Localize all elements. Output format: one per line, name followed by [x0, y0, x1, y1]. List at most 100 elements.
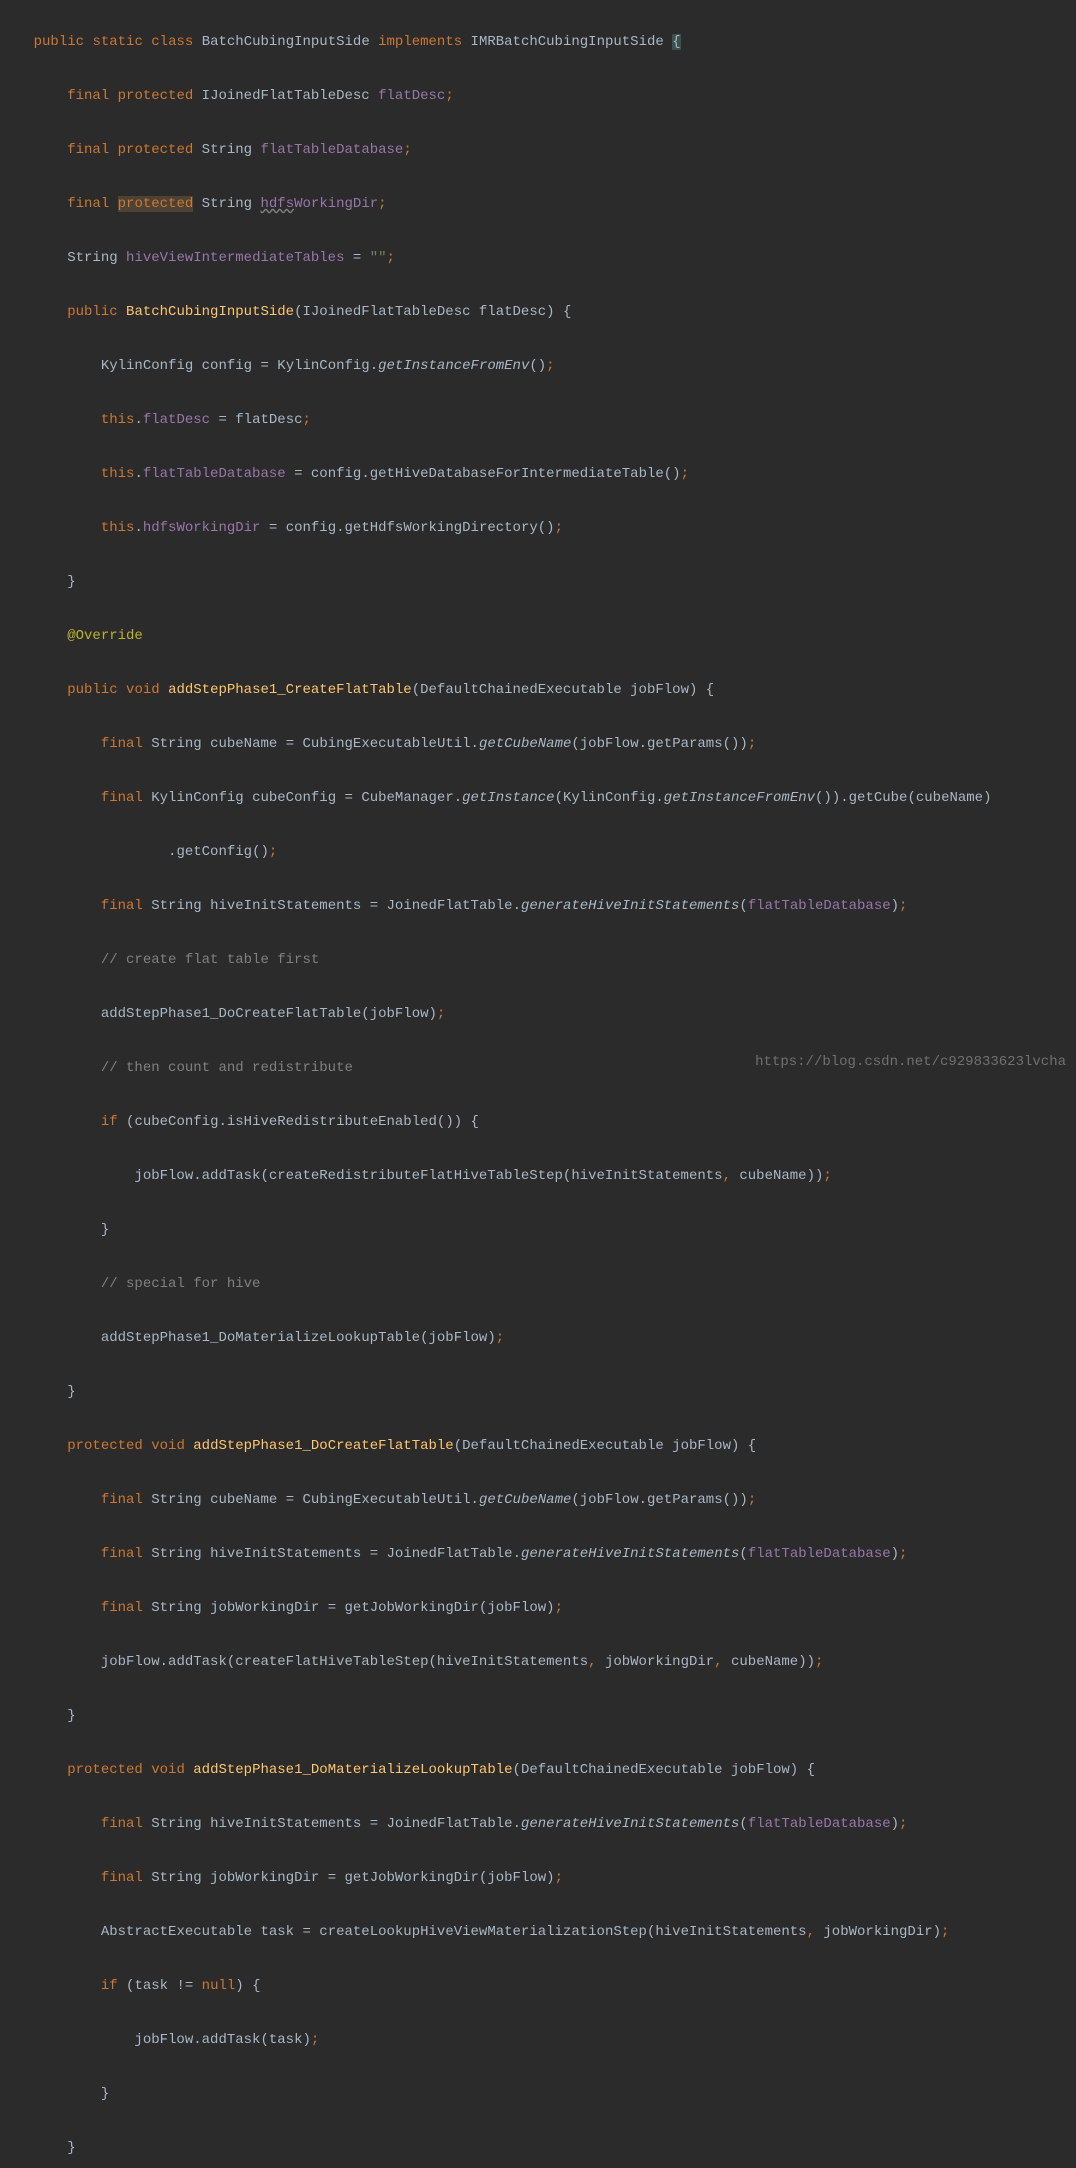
- method-call: getCubeName: [479, 736, 571, 752]
- watermark: https://blog.csdn.net/c929833623lvcha: [755, 1049, 1066, 1076]
- comment: // create flat table first: [101, 952, 319, 968]
- class-name: BatchCubingInputSide: [202, 34, 370, 50]
- var: config: [286, 520, 336, 536]
- method-call: getParams: [647, 1492, 723, 1508]
- keyword-null: null: [202, 1978, 236, 1994]
- field-ref: flatTableDatabase: [143, 466, 286, 482]
- semi: ;: [555, 1600, 563, 1616]
- type: IJoinedFlatTableDesc: [302, 304, 470, 320]
- keyword-protected-highlighted: protected: [118, 196, 194, 212]
- var: jobFlow: [487, 1600, 546, 1616]
- field-hdfs: hdfs: [261, 196, 295, 212]
- comment: // then count and redistribute: [101, 1060, 353, 1076]
- keyword-final: final: [101, 1870, 143, 1886]
- method-call: createFlatHiveTableStep: [235, 1654, 428, 1670]
- semi: ;: [546, 358, 554, 374]
- semi: ;: [823, 1168, 831, 1184]
- keyword-this: this: [101, 466, 135, 482]
- var: jobFlow: [134, 2032, 193, 2048]
- comma: ,: [588, 1654, 596, 1670]
- var: cubeName: [210, 736, 277, 752]
- type: String: [151, 1600, 201, 1616]
- method-addStep1: addStepPhase1_CreateFlatTable: [168, 682, 412, 698]
- var: cubeName: [210, 1492, 277, 1508]
- type: JoinedFlatTable: [387, 1816, 513, 1832]
- var: cubeName: [739, 1168, 806, 1184]
- keyword-class: class: [151, 34, 193, 50]
- type: CubingExecutableUtil: [303, 736, 471, 752]
- var: config: [311, 466, 361, 482]
- semi: ;: [303, 412, 311, 428]
- keyword-protected: protected: [67, 1438, 143, 1454]
- keyword-void: void: [151, 1438, 185, 1454]
- brace-open: {: [672, 34, 680, 50]
- type: String: [151, 1870, 201, 1886]
- var: cubeConfig: [252, 790, 336, 806]
- keyword-final: final: [101, 1492, 143, 1508]
- semi: ;: [941, 1924, 949, 1940]
- var: cubeName: [916, 790, 983, 806]
- method-call: getJobWorkingDir: [345, 1870, 479, 1886]
- type: String: [151, 1492, 201, 1508]
- method-call: getInstanceFromEnv: [664, 790, 815, 806]
- field-hive: hiveViewIntermediateTables: [126, 250, 344, 266]
- field-ref: flatDesc: [143, 412, 210, 428]
- semi: ;: [437, 1006, 445, 1022]
- param: jobFlow: [731, 1762, 790, 1778]
- type: String: [151, 1816, 201, 1832]
- type: String: [151, 736, 201, 752]
- type: KylinConfig: [151, 790, 243, 806]
- interface-name: IMRBatchCubingInputSide: [471, 34, 664, 50]
- type: DefaultChainedExecutable: [462, 1438, 664, 1454]
- method-call: getParams: [647, 736, 723, 752]
- method-call: addTask: [202, 2032, 261, 2048]
- method-call: getHiveDatabaseForIntermediateTable: [370, 466, 664, 482]
- keyword-implements: implements: [378, 34, 462, 50]
- code-editor[interactable]: public static class BatchCubingInputSide…: [0, 0, 1076, 2168]
- method-call: getJobWorkingDir: [345, 1600, 479, 1616]
- keyword-final: final: [101, 1600, 143, 1616]
- field-ref: flatTableDatabase: [748, 1816, 891, 1832]
- type: JoinedFlatTable: [387, 898, 513, 914]
- keyword-if: if: [101, 1978, 118, 1994]
- semi: ;: [311, 2032, 319, 2048]
- method-call: getCube: [849, 790, 908, 806]
- semi: ;: [748, 736, 756, 752]
- keyword-public: public: [67, 682, 117, 698]
- comment: // special for hive: [101, 1276, 261, 1292]
- var: task: [260, 1924, 294, 1940]
- type: String: [67, 250, 117, 266]
- type: String: [202, 142, 252, 158]
- type: JoinedFlatTable: [387, 1546, 513, 1562]
- keyword-void: void: [151, 1762, 185, 1778]
- semi: ;: [555, 520, 563, 536]
- type: String: [151, 1546, 201, 1562]
- semi: ;: [445, 88, 453, 104]
- keyword-void: void: [126, 682, 160, 698]
- var: config: [202, 358, 252, 374]
- var: cubeConfig: [134, 1114, 218, 1130]
- constructor: BatchCubingInputSide: [126, 304, 294, 320]
- semi: ;: [899, 898, 907, 914]
- field-flatDesc: flatDesc: [378, 88, 445, 104]
- method-call: addTask: [168, 1654, 227, 1670]
- method-call: getCubeName: [479, 1492, 571, 1508]
- keyword-protected: protected: [118, 142, 194, 158]
- method-call: addStepPhase1_DoMaterializeLookupTable: [101, 1330, 420, 1346]
- type: IJoinedFlatTableDesc: [202, 88, 370, 104]
- semi: ;: [269, 844, 277, 860]
- keyword-public: public: [34, 34, 84, 50]
- var: flatDesc: [235, 412, 302, 428]
- var: hiveInitStatements: [655, 1924, 806, 1940]
- semi: ;: [496, 1330, 504, 1346]
- keyword-static: static: [92, 34, 142, 50]
- keyword-final: final: [67, 88, 109, 104]
- field-ref: flatTableDatabase: [748, 898, 891, 914]
- type: CubingExecutableUtil: [303, 1492, 471, 1508]
- param: flatDesc: [479, 304, 546, 320]
- method-docreate: addStepPhase1_DoCreateFlatTable: [193, 1438, 453, 1454]
- var: jobWorkingDir: [210, 1870, 319, 1886]
- method-call: addStepPhase1_DoCreateFlatTable: [101, 1006, 361, 1022]
- method-call: createRedistributeFlatHiveTableStep: [269, 1168, 563, 1184]
- var: cubeName: [731, 1654, 798, 1670]
